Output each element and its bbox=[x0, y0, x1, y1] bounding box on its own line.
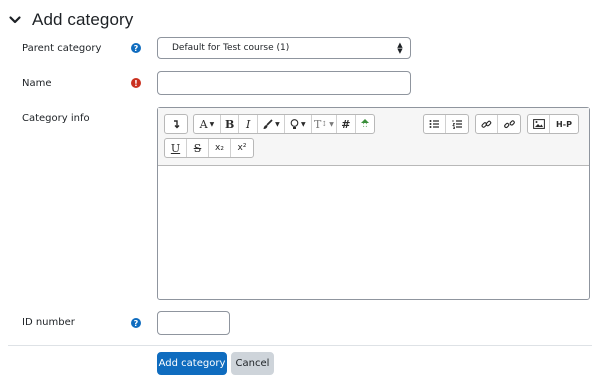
editor-content-area[interactable] bbox=[158, 166, 589, 299]
question-circle-icon[interactable]: ? bbox=[131, 43, 141, 53]
text-format-icon[interactable]: T ↕ ▼ bbox=[312, 115, 338, 133]
toolbar-group-links bbox=[475, 114, 521, 134]
form-divider bbox=[8, 345, 592, 346]
exclamation-circle-icon: ! bbox=[131, 78, 141, 88]
add-category-button[interactable]: Add category bbox=[157, 352, 227, 375]
toolbar-group-format: U S x₂ x² bbox=[164, 138, 254, 158]
editor-toolbar: A ▼ B I ▼ ▼ T ↕ ▼ # H-P U S x₂ x² bbox=[158, 108, 589, 166]
toolbar-group-media: H-P bbox=[527, 114, 579, 134]
image-icon[interactable] bbox=[528, 115, 550, 133]
underline-icon[interactable]: U bbox=[165, 139, 187, 157]
bold-icon[interactable]: B bbox=[221, 115, 240, 133]
h5p-icon[interactable]: H-P bbox=[550, 115, 578, 133]
id-number-label: ID number bbox=[22, 317, 75, 328]
subscript-icon[interactable]: x₂ bbox=[209, 139, 231, 157]
font-size-icon[interactable]: A ▼ bbox=[194, 115, 221, 133]
question-circle-icon[interactable]: ? bbox=[131, 318, 141, 328]
section-header[interactable]: Add category bbox=[8, 6, 133, 34]
superscript-icon[interactable]: x² bbox=[231, 139, 253, 157]
cancel-button[interactable]: Cancel bbox=[231, 352, 274, 375]
chevron-down-icon[interactable] bbox=[8, 13, 22, 27]
category-info-editor[interactable]: A ▼ B I ▼ ▼ T ↕ ▼ # H-P U S x₂ x² bbox=[157, 107, 590, 300]
ordered-list-icon[interactable] bbox=[446, 115, 468, 133]
toolbar-group-lists bbox=[423, 114, 469, 134]
parent-category-select[interactable]: Default for Test course (1) ▲ ▼ bbox=[157, 37, 411, 59]
brush-icon[interactable]: ▼ bbox=[258, 115, 285, 133]
unlink-icon[interactable] bbox=[498, 115, 520, 133]
select-arrows-icon: ▲ ▼ bbox=[397, 41, 403, 55]
id-number-input[interactable] bbox=[157, 311, 230, 335]
name-input[interactable] bbox=[157, 71, 411, 95]
link-icon[interactable] bbox=[476, 115, 498, 133]
category-info-label: Category info bbox=[22, 113, 90, 124]
collapse-icon[interactable] bbox=[165, 115, 187, 133]
unordered-list-icon[interactable] bbox=[424, 115, 446, 133]
toolbar-group-collapse bbox=[164, 114, 188, 134]
strikethrough-icon[interactable]: S bbox=[187, 139, 209, 157]
parent-category-value: Default for Test course (1) bbox=[172, 43, 290, 53]
name-label: Name bbox=[22, 78, 52, 89]
hash-icon[interactable]: # bbox=[337, 115, 356, 133]
section-title: Add category bbox=[32, 10, 134, 29]
parent-category-label: Parent category bbox=[22, 43, 102, 54]
toolbar-group-style: A ▼ B I ▼ ▼ T ↕ ▼ # bbox=[193, 114, 375, 134]
recycle-icon[interactable] bbox=[356, 115, 374, 133]
italic-icon[interactable]: I bbox=[239, 115, 258, 133]
lightbulb-icon[interactable]: ▼ bbox=[285, 115, 312, 133]
